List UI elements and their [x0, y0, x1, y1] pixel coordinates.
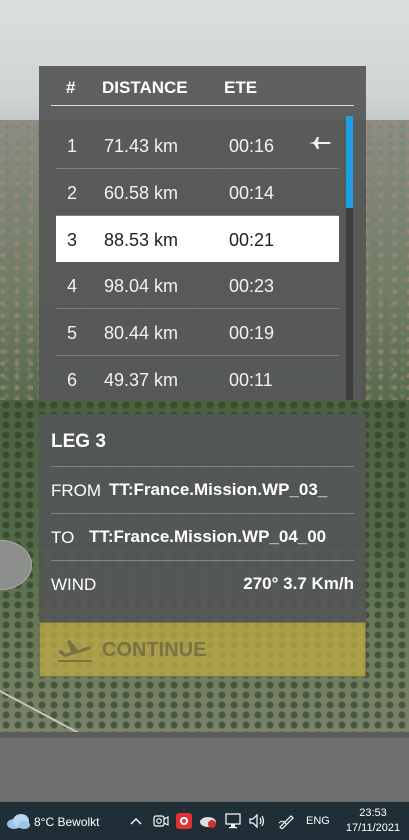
- language-indicator[interactable]: ENG: [306, 815, 330, 827]
- leg-distance: 98.04 km: [104, 276, 179, 296]
- leg-distance: 60.58 km: [104, 183, 179, 203]
- clock-time: 23:53: [359, 807, 387, 819]
- leg-num: 5: [67, 323, 78, 343]
- to-value: TT:France.Mission.WP_04_00: [89, 527, 327, 546]
- leg-num: 2: [67, 183, 78, 203]
- from-value: TT:France.Mission.WP_03_: [109, 480, 328, 499]
- cloud-sync-icon[interactable]: [199, 813, 217, 829]
- to-label: TO: [51, 528, 75, 547]
- legs-scrollbar[interactable]: [346, 116, 353, 400]
- leg-ete: 00:11: [229, 370, 273, 390]
- legs-scrollbar-thumb[interactable]: [346, 116, 353, 208]
- leg-row-4[interactable]: 4 98.04 km 00:23: [56, 262, 339, 309]
- steam-icon[interactable]: [176, 813, 192, 829]
- speaker-icon[interactable]: [249, 813, 267, 829]
- windows-taskbar: 8°C Bewolkt ENG 23:53 17/11/2021: [0, 802, 409, 840]
- header-ete: ETE: [224, 78, 258, 97]
- airplane-takeoff-icon: [58, 640, 92, 662]
- cloud-icon[interactable]: [5, 812, 31, 830]
- legs-table-panel: # DISTANCE ETE 1 71.43 km 00:16 2 60.58 …: [39, 66, 366, 400]
- leg-ete: 00:21: [229, 230, 275, 250]
- to-row: TO TT:France.Mission.WP_04_00: [51, 513, 354, 560]
- leg-title: LEG 3: [51, 431, 106, 452]
- leg-ete: 00:19: [229, 323, 275, 343]
- leg-distance: 49.37 km: [104, 370, 179, 390]
- leg-row-1[interactable]: 1 71.43 km 00:16: [56, 122, 339, 169]
- clock-date: 17/11/2021: [345, 822, 401, 834]
- leg-row-6[interactable]: 6 49.37 km 00:11: [56, 356, 339, 400]
- leg-row-2[interactable]: 2 60.58 km 00:14: [56, 169, 339, 216]
- leg-num: 4: [67, 276, 78, 296]
- continue-button[interactable]: CONTINUE: [39, 622, 366, 677]
- from-label: FROM: [51, 481, 102, 500]
- ground-strip: [0, 738, 409, 802]
- legs-table-header: # DISTANCE ETE: [51, 66, 354, 106]
- leg-row-5[interactable]: 5 80.44 km 00:19: [56, 309, 339, 356]
- leg-num: 6: [67, 370, 78, 390]
- wind-value: 270° 3.7 Km/h: [243, 574, 354, 593]
- camera-icon[interactable]: [153, 813, 169, 829]
- header-num: #: [66, 78, 76, 97]
- leg-num: 3: [67, 230, 78, 250]
- continue-label: CONTINUE: [102, 639, 207, 661]
- leg-distance: 80.44 km: [104, 323, 179, 343]
- leg-ete: 00:23: [229, 276, 275, 296]
- leg-row-3[interactable]: 3 88.53 km 00:21: [56, 216, 339, 262]
- leg-detail-panel: LEG 3 FROM TT:France.Mission.WP_03_ TO T…: [39, 414, 366, 622]
- clock[interactable]: 23:53 17/11/2021: [343, 806, 403, 836]
- airplane-icon: [309, 137, 331, 149]
- header-distance: DISTANCE: [102, 78, 188, 97]
- leg-ete: 00:14: [229, 183, 275, 203]
- from-row: FROM TT:France.Mission.WP_03_: [51, 466, 354, 513]
- network-icon[interactable]: [225, 813, 243, 829]
- chevron-up-icon[interactable]: [130, 817, 142, 825]
- leg-num: 1: [67, 136, 78, 156]
- wind-label: WIND: [51, 575, 97, 594]
- leg-distance: 88.53 km: [104, 230, 179, 250]
- weather-text[interactable]: 8°C Bewolkt: [34, 815, 100, 829]
- legs-list: 1 71.43 km 00:16 2 60.58 km 00:14 3 88.5…: [39, 120, 349, 400]
- leg-distance: 71.43 km: [104, 136, 179, 156]
- pen-icon[interactable]: [277, 813, 295, 829]
- wind-row: WIND 270° 3.7 Km/h: [51, 560, 354, 607]
- leg-ete: 00:16: [229, 136, 275, 156]
